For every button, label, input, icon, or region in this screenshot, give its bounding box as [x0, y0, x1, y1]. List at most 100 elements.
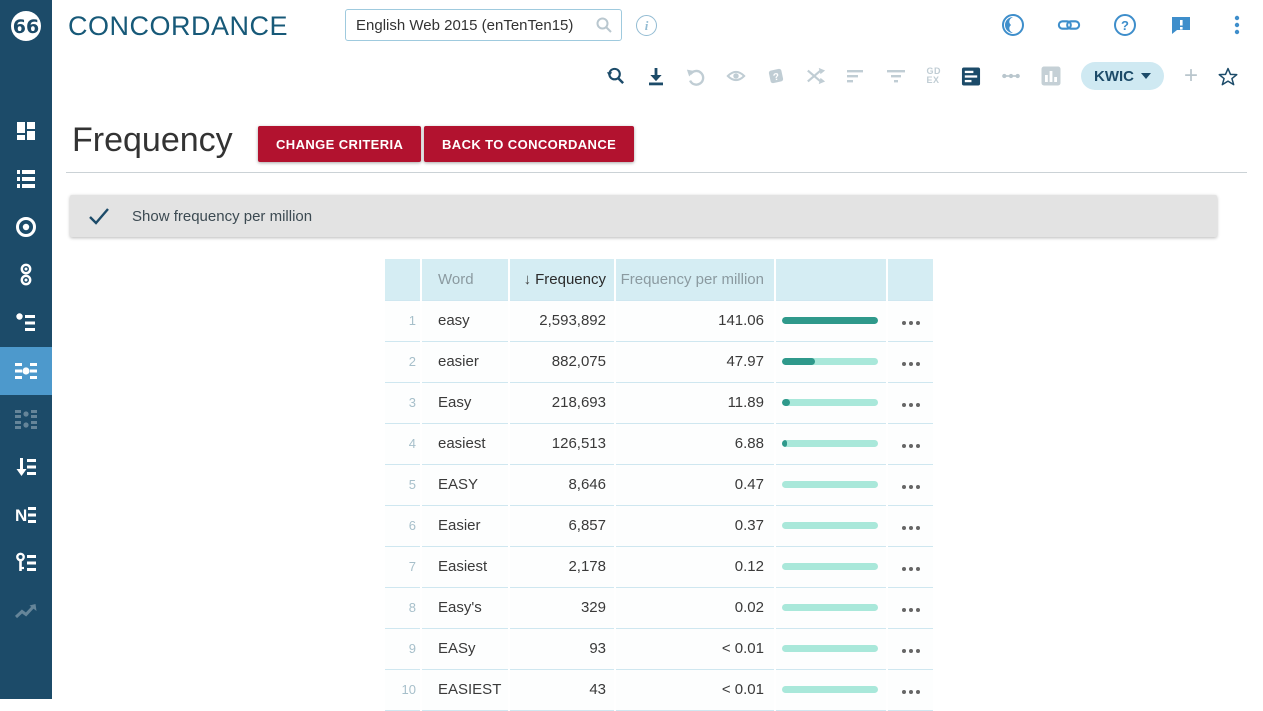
add-tab-button[interactable]: +	[1184, 66, 1198, 86]
favorite-button[interactable]	[1218, 65, 1238, 87]
row-menu-button[interactable]	[887, 669, 933, 710]
row-menu-button[interactable]	[887, 505, 933, 546]
corpus-selector[interactable]: English Web 2015 (enTenTen15)	[345, 9, 622, 41]
row-frequency: 8,646	[509, 464, 615, 505]
filter-button[interactable]	[886, 65, 906, 87]
view-options-button[interactable]	[726, 65, 746, 87]
row-rank: 8	[385, 587, 421, 628]
app-logo[interactable]: 66	[0, 0, 52, 52]
row-word[interactable]: Easy	[421, 382, 509, 423]
column-header-bar	[775, 259, 887, 300]
column-header-fpm[interactable]: Frequency per million	[615, 259, 775, 300]
dashboard-icon	[15, 120, 37, 142]
wordlist-icon	[15, 312, 37, 334]
fpm-bar-fill	[782, 440, 787, 447]
table-row: 10EASIEST43< 0.01	[385, 669, 933, 710]
back-to-concordance-button[interactable]: BACK TO CONCORDANCE	[424, 126, 634, 162]
table-row: 8Easy's3290.02	[385, 587, 933, 628]
text-view-icon	[961, 66, 981, 87]
row-fpm: 11.89	[615, 382, 775, 423]
shuffle-button[interactable]	[806, 65, 826, 87]
show-fpm-toggle[interactable]: Show frequency per million	[70, 195, 1217, 237]
help-button[interactable]: ?	[1113, 13, 1137, 37]
sidebar-item-parallel-concordance[interactable]	[0, 251, 52, 299]
fpm-bar-track	[782, 317, 878, 324]
table-row: 9EASy93< 0.01	[385, 628, 933, 669]
row-menu-icon	[902, 526, 920, 530]
row-menu-button[interactable]	[887, 423, 933, 464]
sidebar-item-frequency[interactable]	[0, 347, 52, 395]
contrast-icon	[1001, 13, 1025, 37]
row-word[interactable]: EASy	[421, 628, 509, 669]
column-header-frequency[interactable]: ↓Frequency	[509, 259, 615, 300]
row-frequency: 329	[509, 587, 615, 628]
row-menu-button[interactable]	[887, 587, 933, 628]
sidebar-item-ngrams[interactable]: N	[0, 491, 52, 539]
row-menu-icon	[902, 444, 920, 448]
row-fpm: 0.47	[615, 464, 775, 505]
row-word[interactable]: easiest	[421, 423, 509, 464]
row-menu-button[interactable]	[887, 382, 933, 423]
row-word[interactable]: Easiest	[421, 546, 509, 587]
row-menu-button[interactable]	[887, 546, 933, 587]
gdex-button[interactable]: GD EX	[926, 67, 941, 85]
row-word[interactable]: EASIEST	[421, 669, 509, 710]
row-menu-button[interactable]	[887, 341, 933, 382]
sidebar-item-trends[interactable]	[0, 587, 52, 635]
row-menu-icon	[902, 649, 920, 653]
row-word[interactable]: EASY	[421, 464, 509, 505]
kwic-view-dropdown[interactable]: KWIC	[1081, 62, 1164, 90]
sidebar-item-corpora[interactable]	[0, 155, 52, 203]
text-view-button[interactable]	[961, 65, 981, 87]
overflow-menu-button[interactable]	[1225, 13, 1249, 37]
undo-button[interactable]	[686, 65, 706, 87]
fpm-bar-track	[782, 604, 878, 611]
sidebar-item-dashboard[interactable]	[0, 107, 52, 155]
corpus-info-button[interactable]: i	[636, 15, 657, 36]
random-sample-button[interactable]: ?	[766, 65, 786, 87]
sidebar-item-text-types-distribution[interactable]	[0, 395, 52, 443]
row-menu-button[interactable]	[887, 628, 933, 669]
sidebar-item-sort[interactable]	[0, 443, 52, 491]
row-frequency: 126,513	[509, 423, 615, 464]
row-menu-icon	[902, 362, 920, 366]
sort-lines-button[interactable]	[846, 65, 866, 87]
row-bar-cell	[775, 341, 887, 382]
column-header-frequency-label: Frequency	[535, 271, 606, 288]
more-options-button[interactable]	[1001, 65, 1021, 87]
row-menu-button[interactable]	[887, 464, 933, 505]
row-fpm: < 0.01	[615, 628, 775, 669]
sidebar-item-wordlist[interactable]	[0, 299, 52, 347]
row-word[interactable]: Easy's	[421, 587, 509, 628]
permalink-button[interactable]	[1057, 13, 1081, 37]
table-row: 1easy2,593,892141.06	[385, 300, 933, 341]
row-rank: 7	[385, 546, 421, 587]
text-types-distribution-icon	[14, 408, 38, 430]
row-fpm: < 0.01	[615, 669, 775, 710]
search-again-button[interactable]	[606, 65, 626, 87]
header-actions: ?	[1001, 13, 1249, 37]
charts-button[interactable]	[1041, 65, 1061, 87]
column-header-menu	[887, 259, 933, 300]
sidebar-item-keywords[interactable]	[0, 539, 52, 587]
contrast-toggle-button[interactable]	[1001, 13, 1025, 37]
row-word[interactable]: easy	[421, 300, 509, 341]
row-menu-icon	[902, 608, 920, 612]
kebab-menu-icon	[1225, 13, 1249, 37]
fpm-bar-fill	[782, 358, 815, 365]
row-word[interactable]: Easier	[421, 505, 509, 546]
row-menu-button[interactable]	[887, 300, 933, 341]
sidebar-item-concordance[interactable]	[0, 203, 52, 251]
fpm-bar-track	[782, 645, 878, 652]
row-menu-icon	[902, 485, 920, 489]
download-button[interactable]	[646, 65, 666, 87]
row-word[interactable]: easier	[421, 341, 509, 382]
change-criteria-button[interactable]: CHANGE CRITERIA	[258, 126, 421, 162]
table-row: 4easiest126,5136.88	[385, 423, 933, 464]
column-header-word[interactable]: Word	[421, 259, 509, 300]
svg-text:?: ?	[1121, 18, 1129, 33]
page-heading: Frequency	[72, 121, 233, 160]
row-bar-cell	[775, 300, 887, 341]
svg-text:66: 66	[13, 16, 39, 38]
feedback-button[interactable]	[1169, 13, 1193, 37]
